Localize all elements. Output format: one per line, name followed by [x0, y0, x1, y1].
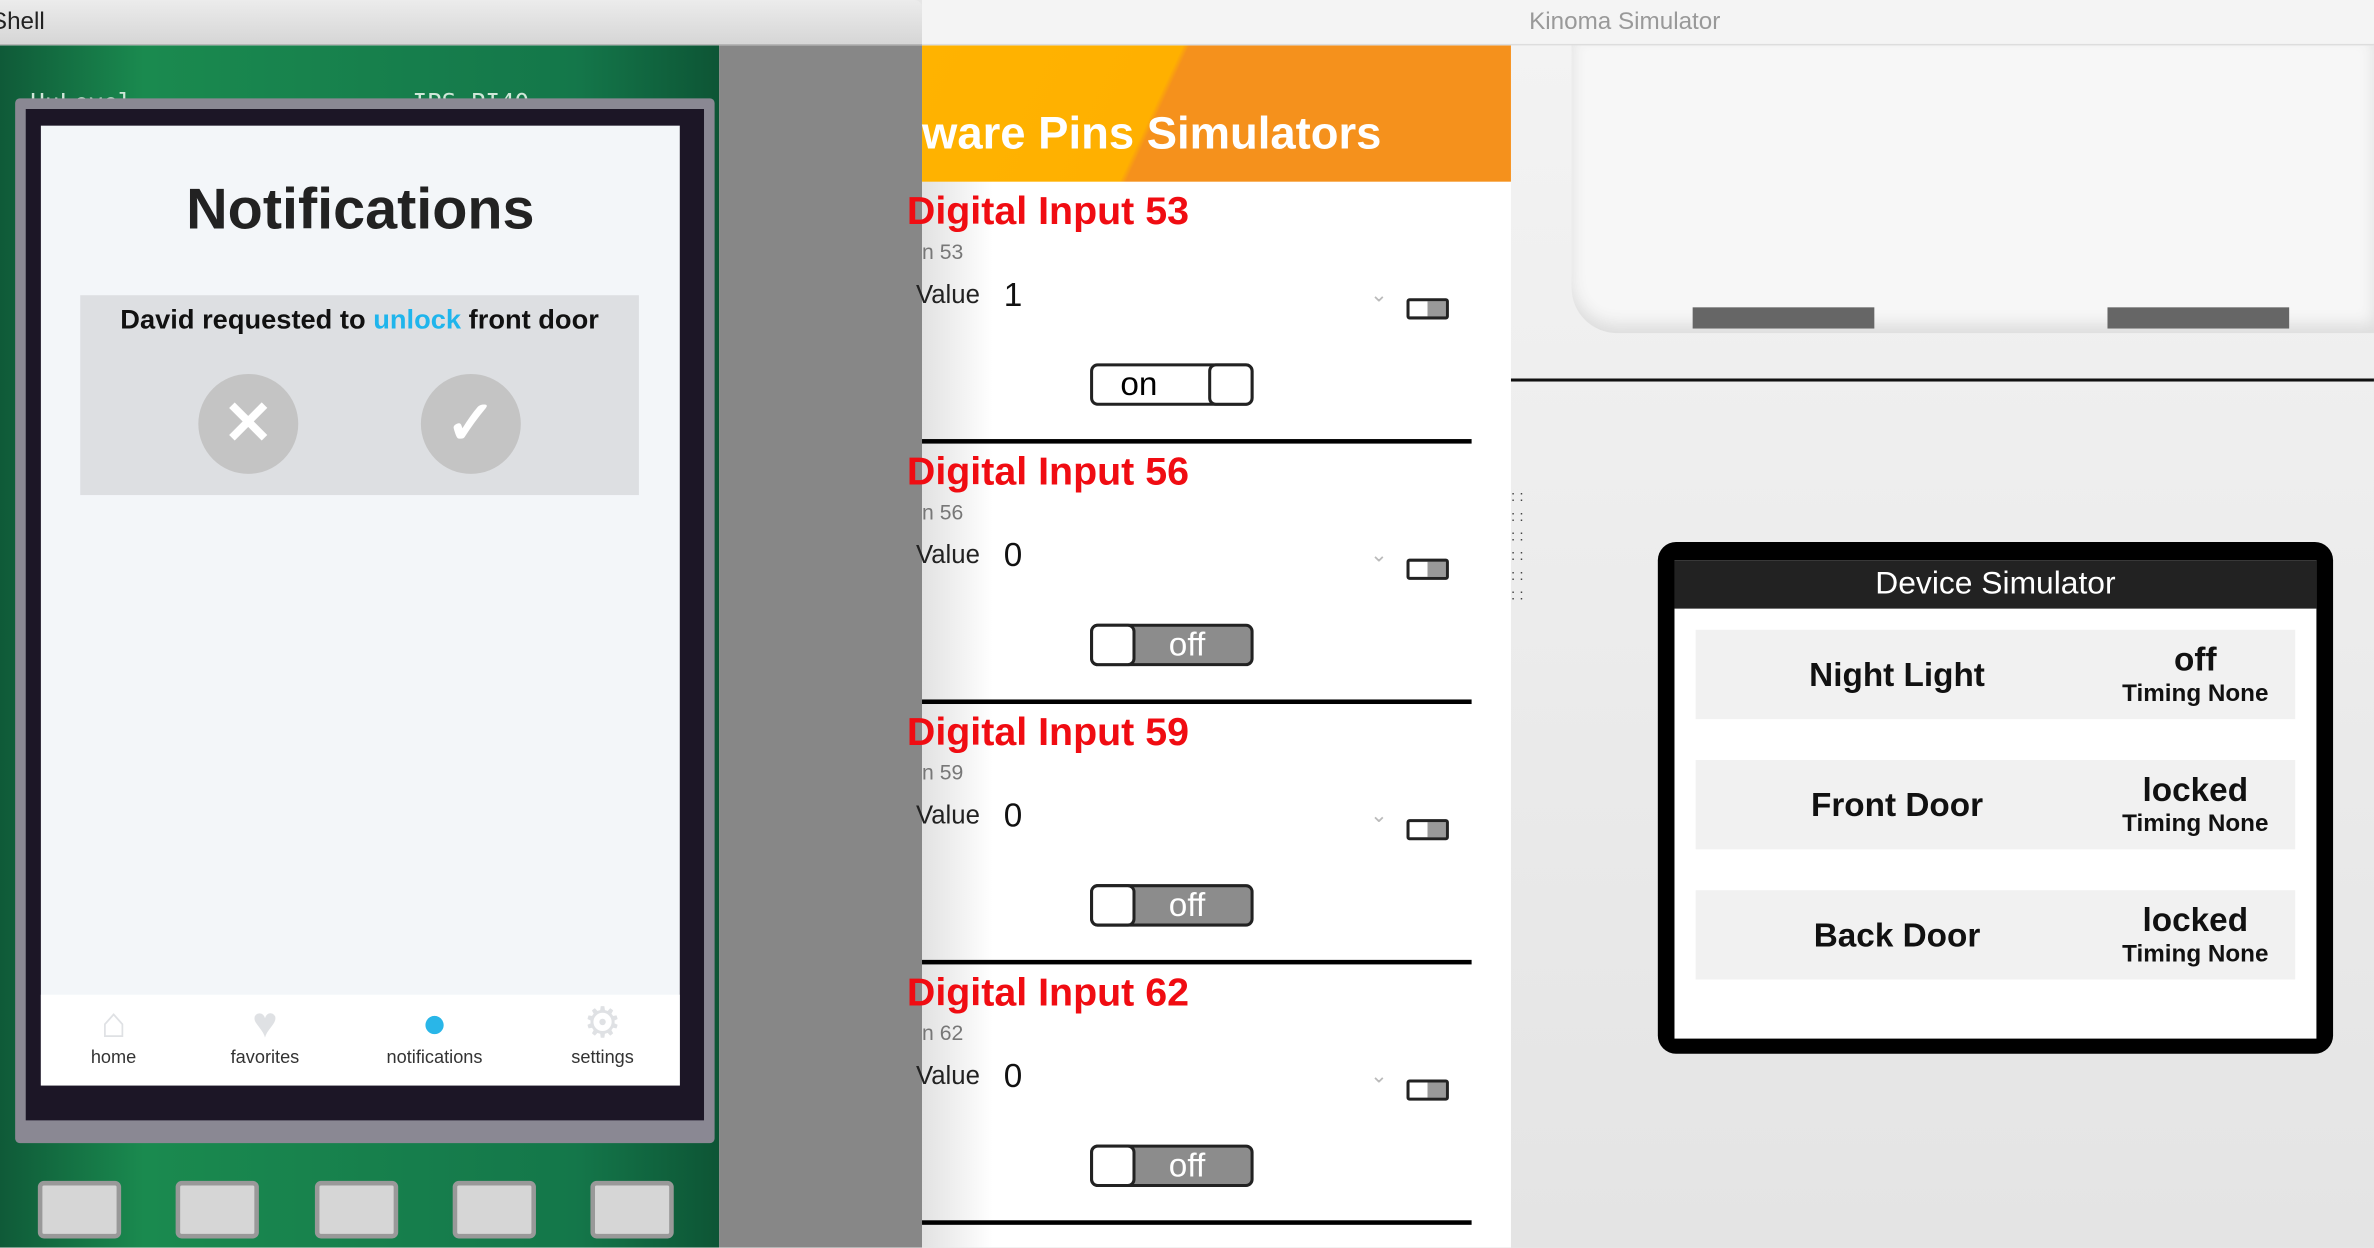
mode-toggle[interactable]	[1406, 819, 1449, 841]
pin-title: Digital Input 62	[906, 968, 1190, 1015]
switch-label: off	[1168, 625, 1206, 664]
notification-action: unlock	[373, 304, 462, 335]
mode-toggle[interactable]	[1406, 298, 1449, 320]
tab-settings[interactable]: ⚙ settings	[527, 995, 678, 1086]
tab-label: settings	[571, 1046, 634, 1068]
pin-title: Digital Input 53	[906, 187, 1190, 234]
switch-label: off	[1168, 885, 1206, 924]
tab-label: notifications	[386, 1046, 483, 1068]
pin-value: 1	[1003, 275, 1023, 314]
notification-prefix: David requested to	[120, 304, 366, 335]
home-icon: ⌂	[100, 999, 127, 1047]
connector-right	[2107, 307, 2290, 329]
switch-knob[interactable]	[1090, 884, 1136, 927]
pin-section-59: Digital Input 59 n 59 Value 0 ⌄ off	[907, 702, 1511, 965]
device-seam	[1510, 378, 2374, 382]
page-title: Notifications	[186, 178, 535, 243]
pin-switch[interactable]: off	[1090, 623, 1254, 667]
tab-label: favorites	[230, 1046, 300, 1068]
pins-header: ware Pins Simulators	[922, 45, 1511, 182]
device-row-back-door[interactable]: Back Door locked Timing None	[1695, 890, 2296, 980]
pin-title: Digital Input 56	[906, 448, 1190, 494]
pin-number: n 56	[922, 499, 964, 524]
value-label: Value	[915, 1061, 980, 1091]
device-name: Front Door	[1811, 785, 1984, 824]
check-icon: ✓	[445, 390, 497, 458]
device-state: locked	[2142, 900, 2249, 939]
pin-section-62: Digital Input 62 n 62 Value 0 ⌄ off	[907, 963, 1511, 1225]
pins-simulator-panel: ware Pins Simulators Digital Input 53 n …	[907, 45, 1511, 1248]
notification-suffix: front door	[468, 304, 599, 335]
heart-icon: ♥	[252, 999, 278, 1047]
pin-value: 0	[1003, 796, 1023, 835]
pin-value: 0	[1003, 535, 1023, 574]
chevron-down-icon[interactable]: ⌄	[1370, 542, 1388, 568]
gear-icon: ⚙	[583, 999, 622, 1047]
pin-switch[interactable]: on	[1090, 363, 1254, 406]
device-title: Device Simulator	[1674, 560, 2317, 609]
device-row-front-door[interactable]: Front Door locked Timing None	[1695, 760, 2296, 850]
pin-number: n 59	[922, 760, 964, 785]
pin-switch[interactable]: off	[1090, 1144, 1254, 1187]
tab-bar: ⌂ home ♥ favorites ● notifications ⚙ setting…	[38, 994, 680, 1086]
device-name: Back Door	[1813, 915, 1981, 954]
device-state: locked	[2142, 770, 2249, 809]
deny-button[interactable]: ✕	[198, 373, 299, 474]
simulator-titlebar[interactable]: Kinoma Simulator	[922, 0, 2374, 46]
board-buttons	[37, 1180, 674, 1242]
tab-home[interactable]: ⌂ home	[38, 995, 189, 1086]
shell-titlebar[interactable]: Shell	[0, 0, 923, 46]
app-screen	[40, 125, 680, 1086]
pin-number: n 53	[922, 239, 964, 264]
connector-left	[1692, 307, 1875, 329]
tab-notifications[interactable]: ● notifications	[359, 995, 510, 1086]
device-timing: Timing None	[2122, 811, 2269, 838]
desktop: HuLevelIPS-PI40 Notifications David requ…	[0, 0, 2374, 1248]
value-label: Value	[915, 540, 980, 570]
speech-bubble-icon: ●	[421, 999, 448, 1047]
pin-number: n 62	[922, 1020, 964, 1045]
value-label: Value	[915, 800, 980, 830]
mode-toggle[interactable]	[1406, 558, 1449, 580]
shell-window-title: Shell	[0, 9, 45, 35]
device-timing: Timing None	[2122, 681, 2269, 708]
pin-switch[interactable]: off	[1090, 884, 1254, 927]
switch-label: off	[1168, 1146, 1206, 1184]
shell-background	[719, 45, 923, 1248]
pins-title: ware Pins Simulators	[922, 109, 1382, 159]
switch-label: on	[1120, 364, 1158, 403]
device-row-night-light[interactable]: Night Light off Timing None	[1695, 629, 2296, 720]
value-label: Value	[915, 280, 980, 309]
pin-title: Digital Input 59	[906, 708, 1190, 754]
device-panel: : :: :: :: :: :: : Device Simulator Nigh…	[1510, 45, 2374, 1248]
simulator-window-title: Kinoma Simulator	[1529, 9, 1721, 35]
approve-button[interactable]: ✓	[420, 373, 521, 474]
pin-section-53: Digital Input 53 n 53 Value 1 ⌄ on	[907, 182, 1511, 444]
device-housing	[1571, 45, 2374, 334]
divider	[922, 1220, 1472, 1225]
device-state: off	[2174, 640, 2217, 679]
device-screen: Device Simulator Night Light off Timing …	[1674, 560, 2317, 1039]
speaker-grille: : :: :: :: :: :: :	[1510, 489, 1524, 605]
notification-text: David requested to unlock front door	[80, 304, 639, 336]
notification-card: David requested to unlock front door ✕ ✓	[80, 295, 639, 496]
chevron-down-icon[interactable]: ⌄	[1370, 282, 1388, 308]
device-screen-frame: Device Simulator Night Light off Timing …	[1657, 542, 2334, 1054]
mode-toggle[interactable]	[1406, 1079, 1449, 1101]
tab-label: home	[90, 1046, 137, 1068]
tab-favorites[interactable]: ♥ favorites	[189, 995, 340, 1086]
x-icon: ✕	[222, 390, 274, 458]
chevron-down-icon[interactable]: ⌄	[1370, 802, 1388, 828]
device-timing: Timing None	[2122, 941, 2269, 968]
chevron-down-icon[interactable]: ⌄	[1370, 1063, 1388, 1089]
pin-value: 0	[1003, 1056, 1023, 1095]
device-name: Night Light	[1809, 655, 1985, 694]
switch-knob[interactable]	[1208, 363, 1254, 406]
switch-knob[interactable]	[1090, 623, 1136, 667]
pin-section-56: Digital Input 56 n 56 Value 0 ⌄ off	[907, 442, 1511, 705]
switch-knob[interactable]	[1090, 1144, 1136, 1187]
